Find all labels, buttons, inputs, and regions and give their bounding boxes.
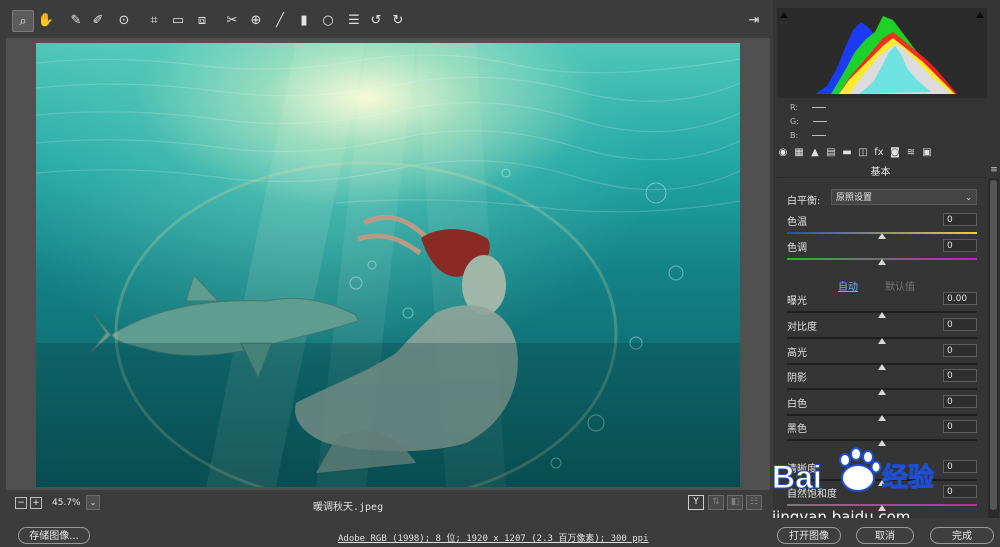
hand-tool-icon[interactable]: ✋	[36, 10, 56, 30]
slider-value-3[interactable]: 0	[943, 318, 977, 331]
presets-tab-icon[interactable]: ≋	[905, 147, 917, 159]
slider-label-5: 阴影	[787, 373, 807, 384]
slider-thumb-0[interactable]	[878, 233, 886, 239]
file-name: 暖调秋天.jpeg	[313, 502, 384, 513]
camera-calibration-tab-icon[interactable]: ◙	[889, 147, 901, 159]
tone-curve-tab-icon[interactable]: ▦	[793, 147, 805, 159]
white-balance-select[interactable]: 原照设置 ⌄	[831, 189, 977, 205]
crop-tool-icon[interactable]: ⌗	[144, 10, 164, 30]
cancel-button[interactable]: 取消	[856, 527, 914, 544]
slider-label-1: 色调	[787, 243, 807, 254]
zoom-out-button[interactable]: −	[15, 497, 27, 509]
slider-label-2: 曝光	[787, 296, 807, 307]
slider-thumb-3[interactable]	[878, 338, 886, 344]
copy-settings-button[interactable]: ◧	[727, 495, 743, 510]
canvas-status-bar: − + 45.7% ⌄ 暖调秋天.jpeg Y ⇅ ◧ ☷	[0, 490, 770, 516]
histogram-graph	[815, 16, 959, 94]
rgb-readout-r: R:	[790, 103, 827, 112]
panel-tabs: ◉ ▦ ▲ ▤ ▬ ◫ fx ◙ ≋ ▣	[773, 146, 1000, 162]
adjustment-brush-icon[interactable]: ╱	[270, 10, 290, 30]
svg-text:Bai: Bai	[772, 459, 822, 495]
preview-image[interactable]	[36, 43, 740, 487]
slider-label-3: 对比度	[787, 322, 817, 333]
slider-value-7[interactable]: 0	[943, 420, 977, 433]
default-link[interactable]: 默认值	[885, 278, 915, 293]
zoom-tool-icon[interactable]: ⌕	[12, 10, 34, 32]
slider-value-4[interactable]: 0	[943, 344, 977, 357]
spot-removal-tool-icon[interactable]: ✂	[222, 10, 242, 30]
zoom-dropdown[interactable]: ⌄	[86, 495, 100, 510]
done-button[interactable]: 完成	[930, 527, 994, 544]
basic-tab-icon[interactable]: ◉	[777, 147, 789, 159]
rgb-readout-g: G:	[790, 117, 827, 126]
red-eye-tool-icon[interactable]: ⊕	[246, 10, 266, 30]
hsl-tab-icon[interactable]: ▤	[825, 147, 837, 159]
white-balance-tool-icon[interactable]: ✎	[66, 10, 86, 30]
workflow-options-link[interactable]: Adobe RGB (1998); 8 位; 1920 x 1207 (2.3 …	[338, 531, 649, 544]
histogram	[777, 8, 987, 98]
targeted-adjustment-tool-icon[interactable]: ⊙	[114, 10, 134, 30]
slider-label-7: 黑色	[787, 424, 807, 435]
slider-label-0: 色温	[787, 217, 807, 228]
slider-value-5[interactable]: 0	[943, 369, 977, 382]
slider-value-6[interactable]: 0	[943, 395, 977, 408]
slider-thumb-6[interactable]	[878, 415, 886, 421]
color-sampler-tool-icon[interactable]: ✐	[88, 10, 108, 30]
slider-thumb-2[interactable]	[878, 312, 886, 318]
straighten-tool-icon[interactable]: ▭	[168, 10, 188, 30]
rotate-left-icon[interactable]: ↺	[366, 10, 386, 30]
section-title: 基本	[870, 167, 891, 178]
section-divider	[777, 177, 987, 178]
photo-scene	[36, 43, 740, 487]
open-image-button[interactable]: 打开图像	[777, 527, 841, 544]
slider-value-0[interactable]: 0	[943, 213, 977, 226]
preferences-icon[interactable]: ☰	[344, 10, 364, 30]
slider-thumb-5[interactable]	[878, 389, 886, 395]
toolbar: ⌕ ✋ ✎ ✐ ⊙ ⌗ ▭ ⧈ ✂ ⊕ ╱ ▮ ○ ☰ ↺ ↻ ⇥	[0, 0, 770, 38]
zoom-level: 45.7%	[52, 498, 81, 508]
effects-tab-icon[interactable]: fx	[873, 147, 885, 159]
white-balance-label: 白平衡:	[787, 196, 821, 207]
open-photoshop-icon[interactable]: ⇥	[744, 10, 764, 30]
radial-filter-icon[interactable]: ○	[318, 10, 338, 30]
rgb-readout-b: B:	[790, 131, 827, 140]
auto-link[interactable]: 自动	[838, 278, 858, 293]
detail-tab-icon[interactable]: ▲	[809, 147, 821, 159]
svg-text:经验: 经验	[882, 462, 934, 493]
lens-corrections-tab-icon[interactable]: ◫	[857, 147, 869, 159]
slider-thumb-4[interactable]	[878, 364, 886, 370]
snapshots-tab-icon[interactable]: ▣	[921, 147, 933, 159]
toggle-default-button[interactable]: ☷	[746, 495, 762, 510]
slider-label-6: 白色	[787, 399, 807, 410]
bottom-bar: 存储图像... Adobe RGB (1998); 8 位; 1920 x 12…	[0, 518, 1000, 544]
swap-settings-button[interactable]: ⇅	[708, 495, 724, 510]
slider-thumb-1[interactable]	[878, 259, 886, 265]
transform-tool-icon[interactable]: ⧈	[192, 10, 212, 30]
graduated-filter-icon[interactable]: ▮	[294, 10, 314, 30]
slider-value-2[interactable]: 0.00	[943, 292, 977, 305]
panel-menu-icon[interactable]: ≡	[989, 165, 999, 175]
slider-label-4: 高光	[787, 348, 807, 359]
split-toning-tab-icon[interactable]: ▬	[841, 147, 853, 159]
save-image-button[interactable]: 存储图像...	[18, 527, 90, 544]
rotate-right-icon[interactable]: ↻	[388, 10, 408, 30]
before-after-toggle-button[interactable]: Y	[688, 495, 704, 510]
zoom-in-button[interactable]: +	[30, 497, 42, 509]
slider-value-1[interactable]: 0	[943, 239, 977, 252]
